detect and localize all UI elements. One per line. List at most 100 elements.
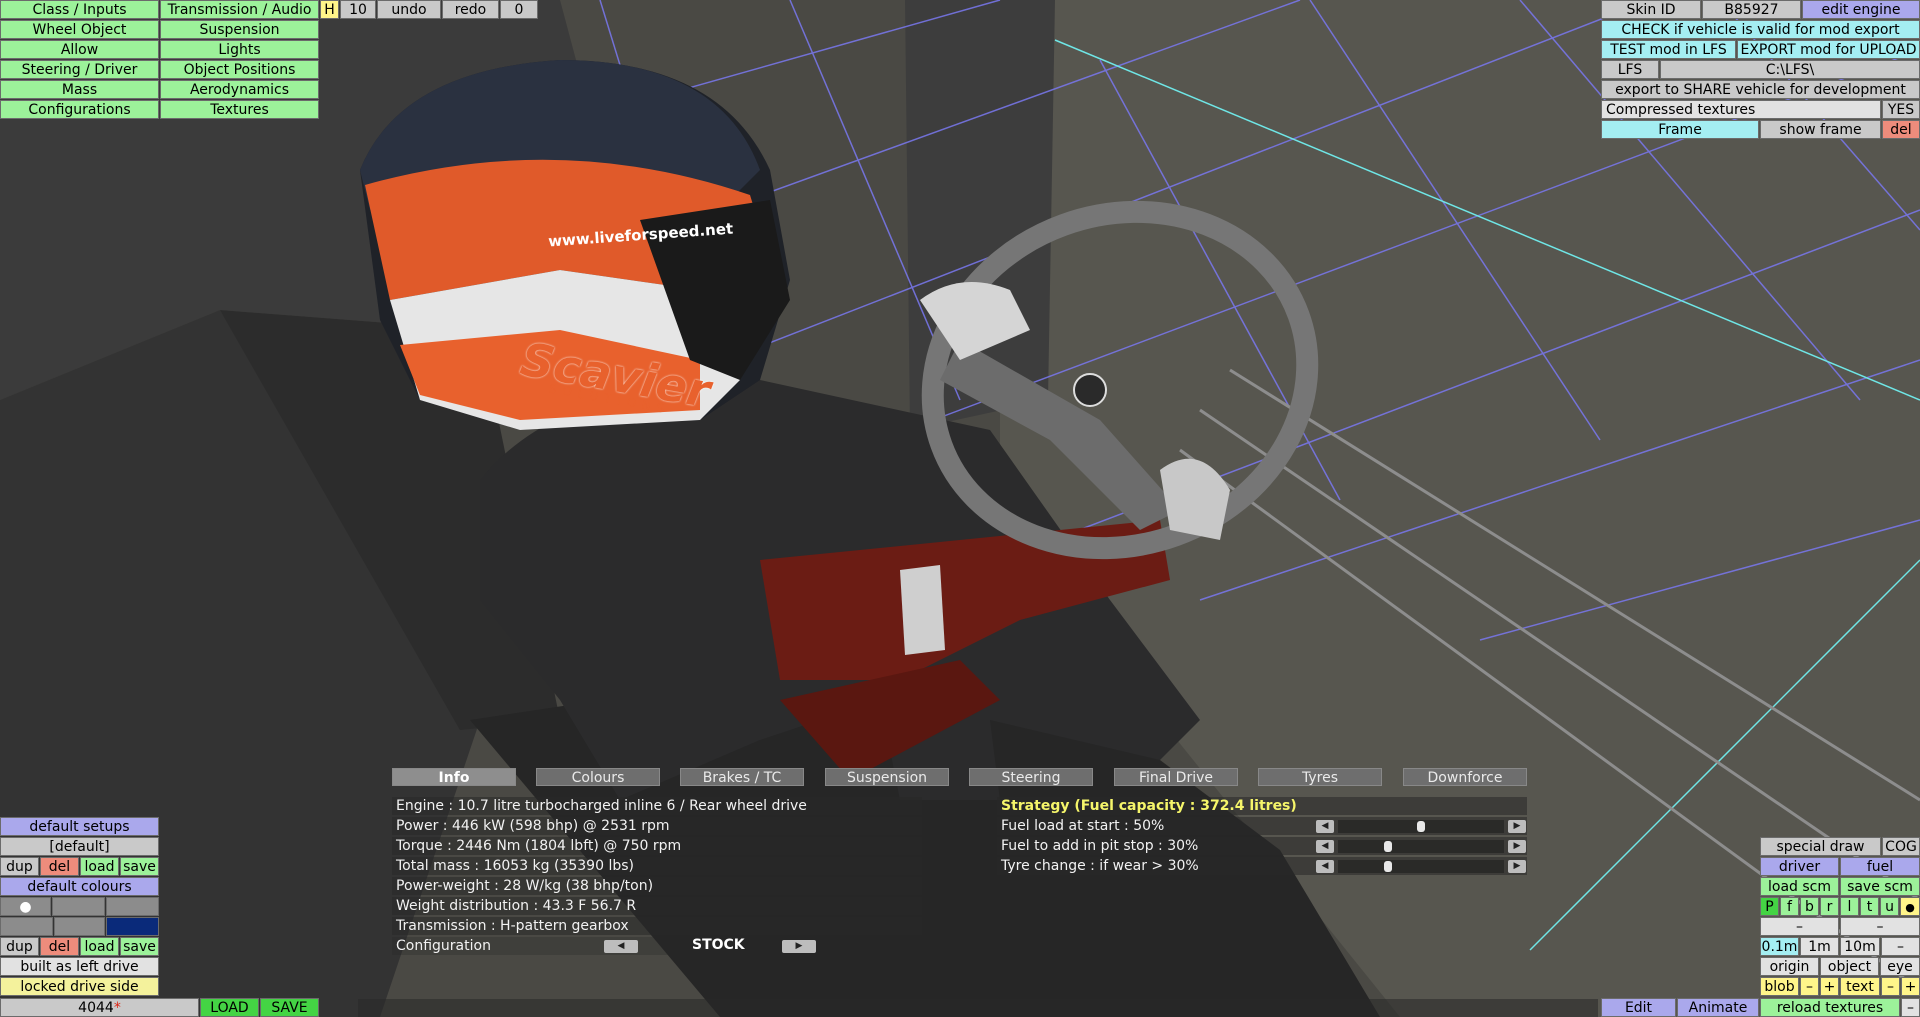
built-as-left-drive[interactable]: built as left drive	[0, 957, 159, 976]
menu-mass[interactable]: Mass	[0, 80, 159, 99]
tyre-change-slider[interactable]	[1338, 860, 1504, 873]
tab-info[interactable]: Info	[392, 768, 516, 786]
view-p-button[interactable]: P	[1760, 897, 1779, 916]
colour-load-button[interactable]: load	[80, 937, 119, 956]
setup-load-button[interactable]: load	[80, 857, 119, 876]
fuel-load-increase[interactable]: ▶	[1508, 820, 1526, 833]
tab-tyres[interactable]: Tyres	[1258, 768, 1382, 786]
undo-button[interactable]: undo	[377, 0, 441, 19]
tab-colours[interactable]: Colours	[536, 768, 660, 786]
cog-button[interactable]: COG	[1882, 837, 1920, 856]
fuel-load-decrease[interactable]: ◀	[1316, 820, 1334, 833]
view-r-button[interactable]: r	[1820, 897, 1839, 916]
3d-viewport[interactable]	[0, 0, 1920, 1017]
step-10m-button[interactable]: 10m	[1840, 937, 1880, 956]
text-button[interactable]: text	[1840, 977, 1880, 996]
menu-configurations[interactable]: Configurations	[0, 100, 159, 119]
text-minus-button[interactable]: –	[1881, 977, 1900, 996]
load-scm-button[interactable]: load scm	[1760, 877, 1839, 896]
fuel-pit-increase[interactable]: ▶	[1508, 840, 1526, 853]
show-frame-button[interactable]: show frame	[1760, 120, 1881, 139]
tab-steering[interactable]: Steering	[969, 768, 1093, 786]
colour-swatch-selected[interactable]: ●	[0, 897, 51, 916]
tab-brakes-tc[interactable]: Brakes / TC	[680, 768, 804, 786]
edit-mode-button[interactable]: Edit	[1601, 998, 1676, 1017]
menu-steering-driver[interactable]: Steering / Driver	[0, 60, 159, 79]
locked-drive-side[interactable]: locked drive side	[0, 977, 159, 996]
vehicle-load-button[interactable]: LOAD	[200, 998, 259, 1017]
view-u-button[interactable]: u	[1880, 897, 1899, 916]
export-share-button[interactable]: export to SHARE vehicle for development	[1601, 80, 1920, 99]
colour-swatch-5[interactable]	[54, 917, 105, 936]
save-scm-button[interactable]: save scm	[1840, 877, 1920, 896]
frame-del-button[interactable]: del	[1882, 120, 1920, 139]
colour-del-button[interactable]: del	[40, 937, 79, 956]
h-toggle[interactable]: H	[320, 0, 339, 19]
colour-swatch-3[interactable]	[106, 897, 159, 916]
tyre-change-increase[interactable]: ▶	[1508, 860, 1526, 873]
animate-mode-button[interactable]: Animate	[1677, 998, 1759, 1017]
tyre-change-decrease[interactable]: ◀	[1316, 860, 1334, 873]
setup-dup-button[interactable]: dup	[0, 857, 39, 876]
origin-button[interactable]: origin	[1760, 957, 1819, 976]
compressed-textures-toggle[interactable]: YES	[1882, 100, 1920, 119]
menu-wheel-object[interactable]: Wheel Object	[0, 20, 159, 39]
blob-plus-button[interactable]: +	[1820, 977, 1839, 996]
fuel-pit-knob[interactable]	[1383, 841, 1392, 852]
setup-del-button[interactable]: del	[40, 857, 79, 876]
tab-final-drive[interactable]: Final Drive	[1114, 768, 1238, 786]
menu-allow[interactable]: Allow	[0, 40, 159, 59]
view-l-button[interactable]: l	[1840, 897, 1859, 916]
colour-swatch-4[interactable]	[0, 917, 53, 936]
view-dot-button[interactable]: ●	[1900, 897, 1920, 916]
skin-id-value[interactable]: B85927	[1702, 0, 1801, 19]
colour-swatch-6[interactable]	[106, 917, 159, 936]
text-plus-button[interactable]: +	[1901, 977, 1920, 996]
export-mod-button[interactable]: EXPORT mod for UPLOAD	[1737, 40, 1920, 59]
object-button[interactable]: object	[1820, 957, 1879, 976]
step-1m-button[interactable]: 1m	[1800, 937, 1839, 956]
edit-engine-button[interactable]: edit engine	[1802, 0, 1920, 19]
frame-button[interactable]: Frame	[1601, 120, 1759, 139]
blob-minus-button[interactable]: –	[1800, 977, 1819, 996]
setup-save-button[interactable]: save	[120, 857, 159, 876]
zoom-minus-right[interactable]: –	[1840, 917, 1920, 936]
step-minus-button[interactable]: –	[1881, 937, 1920, 956]
setup-name-field[interactable]: [default]	[0, 837, 159, 856]
colour-save-button[interactable]: save	[120, 937, 159, 956]
colour-swatch-2[interactable]	[52, 897, 105, 916]
default-colours-button[interactable]: default colours	[0, 877, 159, 896]
configuration-prev-button[interactable]: ◀	[604, 940, 638, 953]
view-f-button[interactable]: f	[1780, 897, 1799, 916]
tyre-change-knob[interactable]	[1383, 861, 1392, 872]
special-draw-button[interactable]: special draw	[1760, 837, 1881, 856]
reload-textures-button[interactable]: reload textures	[1760, 998, 1900, 1017]
menu-object-positions[interactable]: Object Positions	[160, 60, 319, 79]
redo-button[interactable]: redo	[442, 0, 499, 19]
view-b-button[interactable]: b	[1800, 897, 1819, 916]
lfs-path-field[interactable]: C:\LFS\	[1660, 60, 1920, 79]
command-bar[interactable]	[358, 999, 1598, 1017]
reload-minus-button[interactable]: –	[1901, 998, 1920, 1017]
tab-suspension[interactable]: Suspension	[825, 768, 949, 786]
view-t-button[interactable]: t	[1860, 897, 1879, 916]
eye-button[interactable]: eye	[1880, 957, 1920, 976]
menu-class-inputs[interactable]: Class / Inputs	[0, 0, 159, 19]
menu-suspension[interactable]: Suspension	[160, 20, 319, 39]
menu-transmission-audio[interactable]: Transmission / Audio	[160, 0, 319, 19]
fuel-pit-slider[interactable]	[1338, 840, 1504, 853]
vehicle-save-button[interactable]: SAVE	[260, 998, 319, 1017]
menu-aerodynamics[interactable]: Aerodynamics	[160, 80, 319, 99]
blob-button[interactable]: blob	[1760, 977, 1799, 996]
test-mod-button[interactable]: TEST mod in LFS	[1601, 40, 1736, 59]
zoom-minus-left[interactable]: –	[1760, 917, 1839, 936]
menu-lights[interactable]: Lights	[160, 40, 319, 59]
default-setups-button[interactable]: default setups	[0, 817, 159, 836]
configuration-next-button[interactable]: ▶	[782, 940, 816, 953]
driver-button[interactable]: driver	[1760, 857, 1839, 876]
h-value[interactable]: 10	[340, 0, 376, 19]
fuel-button[interactable]: fuel	[1840, 857, 1920, 876]
colour-dup-button[interactable]: dup	[0, 937, 39, 956]
tab-downforce[interactable]: Downforce	[1403, 768, 1527, 786]
menu-textures[interactable]: Textures	[160, 100, 319, 119]
